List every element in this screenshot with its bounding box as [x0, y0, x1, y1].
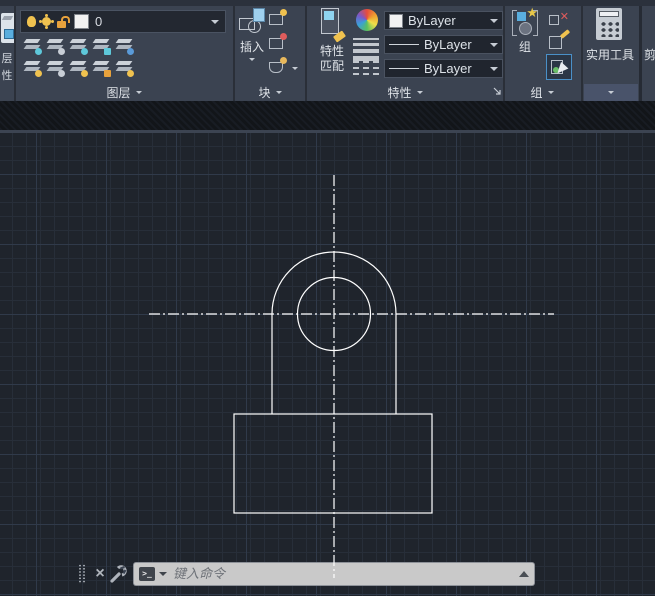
color-wheel-icon[interactable]	[356, 9, 378, 31]
group-button[interactable]: ★ 组	[508, 8, 542, 55]
lock-layer-icon[interactable]	[92, 37, 112, 55]
command-input[interactable]	[171, 565, 515, 582]
match-layer-icon[interactable]	[115, 59, 135, 77]
lineweight-dropdown[interactable]: ByLayer	[384, 35, 503, 54]
layer-properties-label-char1: 层	[0, 50, 14, 66]
chevron-down-icon[interactable]	[292, 67, 298, 73]
layer-properties-button-partial[interactable]: 层 性	[0, 6, 14, 101]
chevron-down-icon	[490, 67, 498, 75]
chevron-down-icon	[249, 58, 255, 64]
insert-block-button[interactable]: 插入	[236, 8, 268, 64]
group-icon: ★	[512, 8, 538, 38]
ungroup-icon[interactable]: ✕	[547, 9, 569, 27]
insert-block-icon	[238, 8, 266, 38]
group-edit-icon[interactable]	[547, 32, 569, 50]
command-bar-customize-wrench-icon[interactable]	[108, 564, 130, 584]
linetype-icon[interactable]	[353, 61, 379, 75]
command-input-field[interactable]: >_	[134, 563, 534, 585]
current-layer-name: 0	[95, 14, 205, 29]
block-panel: 插入 块	[235, 0, 305, 101]
edit-attribute-icon[interactable]	[267, 33, 287, 51]
quick-calculator-icon[interactable]	[596, 8, 622, 40]
utilities-button-label[interactable]: 实用工具	[582, 46, 638, 63]
chevron-down-icon	[490, 19, 498, 27]
linetype-sample	[389, 68, 419, 69]
block-panel-label[interactable]: 块	[235, 84, 305, 101]
ribbon: 层 性 0 图层 插入	[0, 0, 655, 101]
clipboard-panel-partial-label[interactable]: 剪	[644, 46, 655, 63]
canvas-top-edge	[0, 130, 655, 133]
ribbon-bottom-strip	[0, 101, 655, 130]
turn-on-all-layers-icon[interactable]	[23, 59, 43, 77]
command-prompt-icon[interactable]: >_	[139, 567, 155, 581]
command-bar-drag-handle-icon[interactable]	[78, 564, 87, 584]
object-color-dropdown[interactable]: ByLayer	[384, 11, 503, 30]
chevron-down-icon	[490, 43, 498, 51]
linetype-value: ByLayer	[424, 61, 485, 76]
unisolate-layer-icon[interactable]	[46, 59, 66, 77]
match-properties-button[interactable]: 特性 匹配	[309, 8, 355, 74]
thaw-all-layers-icon[interactable]	[69, 59, 89, 77]
clipboard-panel-partial: 剪	[642, 0, 655, 101]
group-selection-toggle-button[interactable]	[546, 54, 572, 80]
utilities-panel-expander[interactable]	[584, 84, 638, 101]
match-properties-icon	[319, 8, 345, 44]
command-bar-close-icon[interactable]: ×	[92, 566, 108, 582]
chevron-down-icon	[608, 91, 614, 97]
chevron-down-icon	[276, 91, 282, 97]
command-bar: × >_	[78, 560, 540, 587]
isolate-layer-icon[interactable]	[46, 37, 66, 55]
layer-unlock-icon	[57, 16, 68, 28]
group-panel-label[interactable]: 组	[505, 84, 579, 101]
properties-dialog-launcher-icon[interactable]	[493, 87, 502, 96]
create-block-icon[interactable]	[267, 9, 287, 27]
object-color-value: ByLayer	[408, 13, 485, 28]
layer-on-bulb-icon	[27, 16, 36, 27]
layer-thaw-sun-icon	[42, 17, 51, 26]
chevron-down-icon	[548, 91, 554, 97]
chevron-down-icon	[211, 20, 219, 28]
layers-panel-label[interactable]: 图层	[16, 84, 232, 101]
unlock-layer-icon[interactable]	[92, 59, 112, 77]
manage-attributes-icon[interactable]	[267, 57, 287, 75]
freeze-layer-icon[interactable]	[69, 37, 89, 55]
lineweight-sample	[389, 44, 419, 45]
layers-panel: 0 图层	[16, 0, 232, 101]
make-layer-current-icon[interactable]	[115, 37, 135, 55]
layer-properties-icon	[1, 13, 14, 43]
linetype-dropdown[interactable]: ByLayer	[384, 59, 503, 78]
chevron-down-icon	[136, 91, 142, 97]
properties-panel-label[interactable]: 特性	[307, 84, 503, 101]
turn-off-layer-icon[interactable]	[23, 37, 43, 55]
lineweight-value: ByLayer	[424, 37, 485, 52]
layer-dropdown[interactable]: 0	[20, 10, 226, 33]
recent-commands-chevron-icon[interactable]	[159, 572, 167, 580]
object-color-swatch	[389, 14, 403, 28]
command-history-up-icon[interactable]	[519, 566, 529, 577]
lineweight-icon[interactable]	[353, 38, 379, 61]
chevron-down-icon	[417, 91, 423, 97]
layer-color-swatch	[74, 14, 89, 29]
drawing-canvas[interactable]	[0, 133, 655, 596]
layer-properties-label-char2: 性	[0, 67, 14, 83]
cursor-arrow-icon	[557, 62, 569, 76]
